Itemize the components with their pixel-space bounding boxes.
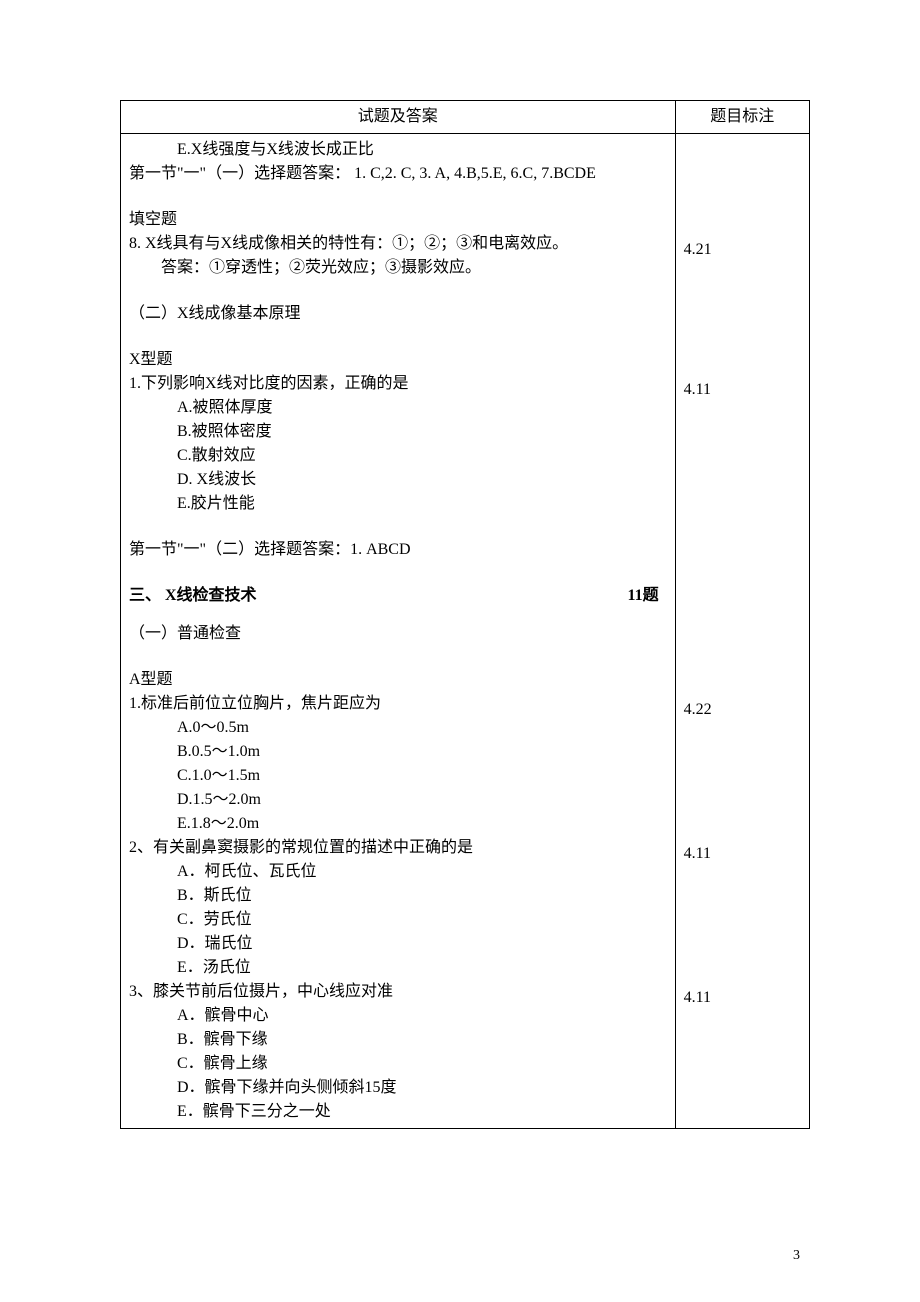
xq1-opt-c: C.散射效应 [129, 444, 667, 468]
aq2-opt-a: A．柯氏位、瓦氏位 [129, 860, 667, 884]
aq3-opt-a: A．髌骨中心 [129, 1004, 667, 1028]
aq1-opt-b: B.0.5～1.0m [129, 740, 667, 764]
aq3-opt-c: C．髌骨上缘 [129, 1052, 667, 1076]
aq2-opt-d: D．瑞氏位 [129, 932, 667, 956]
section3-count: 11题 [627, 584, 658, 608]
fill-title: 填空题 [129, 208, 667, 232]
section3-sub1: （一）普通检查 [129, 622, 667, 646]
aq1-opt-e: E.1.8～2.0m [129, 812, 667, 836]
aq2-opt-e: E．汤氏位 [129, 956, 667, 980]
q8-answer: 答案：①穿透性；②荧光效应；③摄影效应。 [129, 256, 667, 280]
xq1-stem: 1.下列影响X线对比度的因素，正确的是 [129, 372, 667, 396]
aq1-opt-c: C.1.0～1.5m [129, 764, 667, 788]
aq1-opt-a: A.0～0.5m [129, 716, 667, 740]
x-type-title: X型题 [129, 348, 667, 372]
aq2-stem: 2、有关副鼻窦摄影的常规位置的描述中正确的是 [129, 836, 667, 860]
page-number: 3 [793, 1245, 800, 1266]
note-aq2: 4.11 [684, 842, 801, 866]
aq3-opt-e: E．髌骨下三分之一处 [129, 1100, 667, 1124]
column-main: E.X线强度与X线波长成正比 第一节"一"（一）选择题答案： 1. C,2. C… [121, 134, 676, 1129]
aq1-stem: 1.标准后前位立位胸片，焦片距应为 [129, 692, 667, 716]
xq1-opt-e: E.胶片性能 [129, 492, 667, 516]
section3-heading-row: 三、 X线检查技术 11题 [129, 584, 667, 608]
table-header-row: 试题及答案 题目标注 [121, 101, 810, 134]
aq3-opt-d: D．髌骨下缘并向头侧倾斜15度 [129, 1076, 667, 1100]
aq2-opt-b: B．斯氏位 [129, 884, 667, 908]
note-aq1: 4.22 [684, 698, 801, 722]
section1-1-answers: 第一节"一"（一）选择题答案： 1. C,2. C, 3. A, 4.B,5.E… [129, 162, 667, 186]
section1-2-answers: 第一节"一"（二）选择题答案：1. ABCD [129, 538, 667, 562]
q8-stem: 8. X线具有与X线成像相关的特性有：①；②；③和电离效应。 [129, 232, 667, 256]
a-type-title: A型题 [129, 668, 667, 692]
aq3-opt-b: B．髌骨下缘 [129, 1028, 667, 1052]
column-notes: 4.21 4.11 4.22 4.11 4.11 [675, 134, 809, 1129]
aq3-stem: 3、膝关节前后位摄片，中心线应对准 [129, 980, 667, 1004]
document-table: 试题及答案 题目标注 E.X线强度与X线波长成正比 第一节"一"（一）选择题答案… [120, 100, 810, 1129]
prev-option-e: E.X线强度与X线波长成正比 [129, 138, 667, 162]
xq1-opt-a: A.被照体厚度 [129, 396, 667, 420]
aq2-opt-c: C．劳氏位 [129, 908, 667, 932]
table-body-row: E.X线强度与X线波长成正比 第一节"一"（一）选择题答案： 1. C,2. C… [121, 134, 810, 1129]
note-xq1: 4.11 [684, 378, 801, 402]
header-col-main: 试题及答案 [121, 101, 676, 134]
xq1-opt-d: D. X线波长 [129, 468, 667, 492]
note-q8: 4.21 [684, 238, 801, 262]
note-aq3: 4.11 [684, 986, 801, 1010]
aq1-opt-d: D.1.5～2.0m [129, 788, 667, 812]
page: 试题及答案 题目标注 E.X线强度与X线波长成正比 第一节"一"（一）选择题答案… [0, 0, 920, 1302]
header-col-note: 题目标注 [675, 101, 809, 134]
subsection-2-title: （二）X线成像基本原理 [129, 302, 667, 326]
xq1-opt-b: B.被照体密度 [129, 420, 667, 444]
section3-title: 三、 X线检查技术 [129, 584, 257, 608]
